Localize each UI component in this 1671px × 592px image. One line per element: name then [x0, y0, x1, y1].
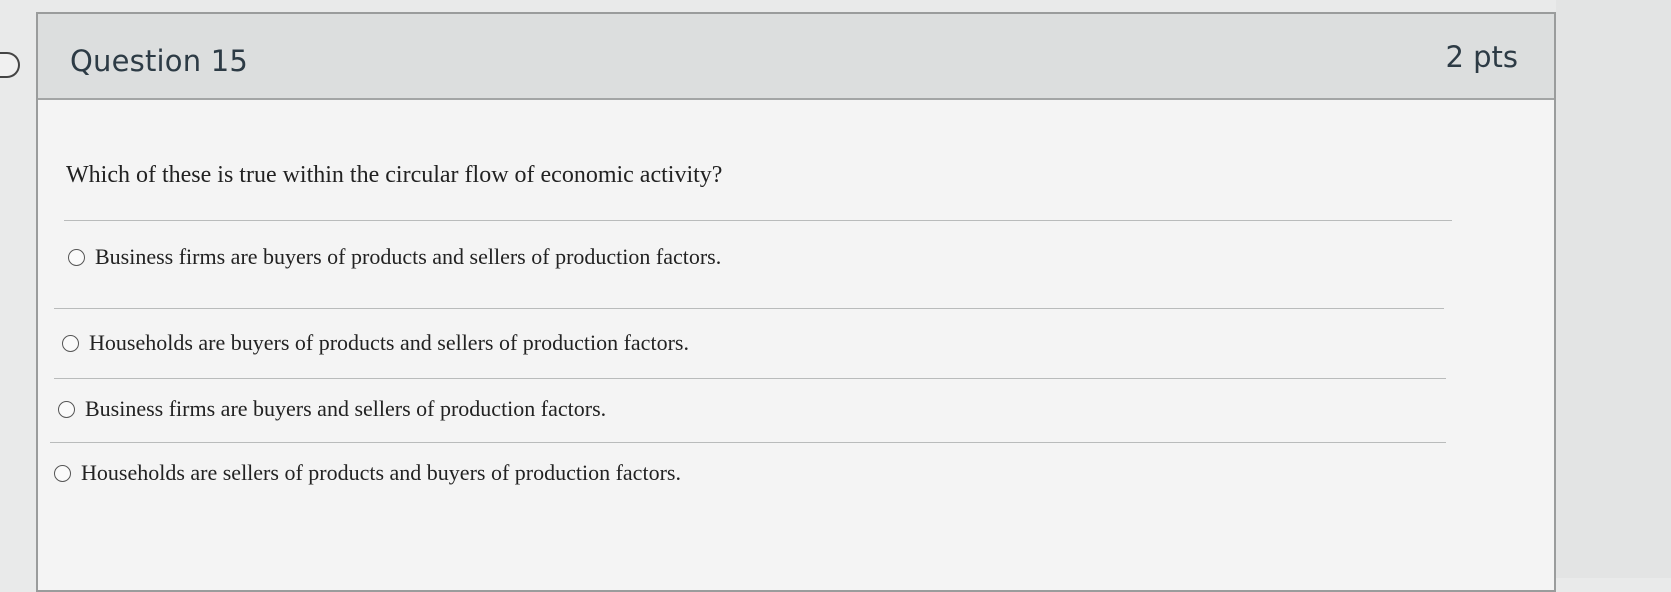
radio-button-icon[interactable]: [58, 400, 75, 418]
side-panel: [1556, 0, 1671, 578]
divider: [54, 378, 1446, 379]
radio-button-icon[interactable]: [62, 334, 79, 352]
question-prompt: Which of these is true within the circul…: [66, 162, 723, 188]
answer-label: Households are sellers of products and b…: [81, 460, 681, 485]
answer-label: Business firms are buyers and sellers of…: [85, 396, 607, 421]
question-points: 2 pts: [1445, 40, 1518, 74]
answer-option-1[interactable]: Business firms are buyers of products an…: [68, 244, 721, 270]
answer-option-3[interactable]: Business firms are buyers and sellers of…: [58, 396, 606, 422]
bookmark-flag-icon[interactable]: [0, 52, 20, 78]
radio-button-icon[interactable]: [54, 464, 71, 482]
question-title: Question 15: [70, 44, 249, 78]
answer-option-4[interactable]: Households are sellers of products and b…: [54, 460, 681, 486]
answer-label: Households are buyers of products and se…: [89, 330, 689, 355]
radio-button-icon[interactable]: [68, 248, 85, 266]
divider: [50, 442, 1446, 443]
answer-option-2[interactable]: Households are buyers of products and se…: [62, 330, 689, 356]
divider: [54, 308, 1444, 309]
question-header: Question 15 2 pts: [38, 14, 1554, 100]
divider: [64, 220, 1452, 221]
answer-label: Business firms are buyers of products an…: [95, 244, 722, 269]
question-card: Question 15 2 pts Which of these is true…: [36, 12, 1556, 592]
